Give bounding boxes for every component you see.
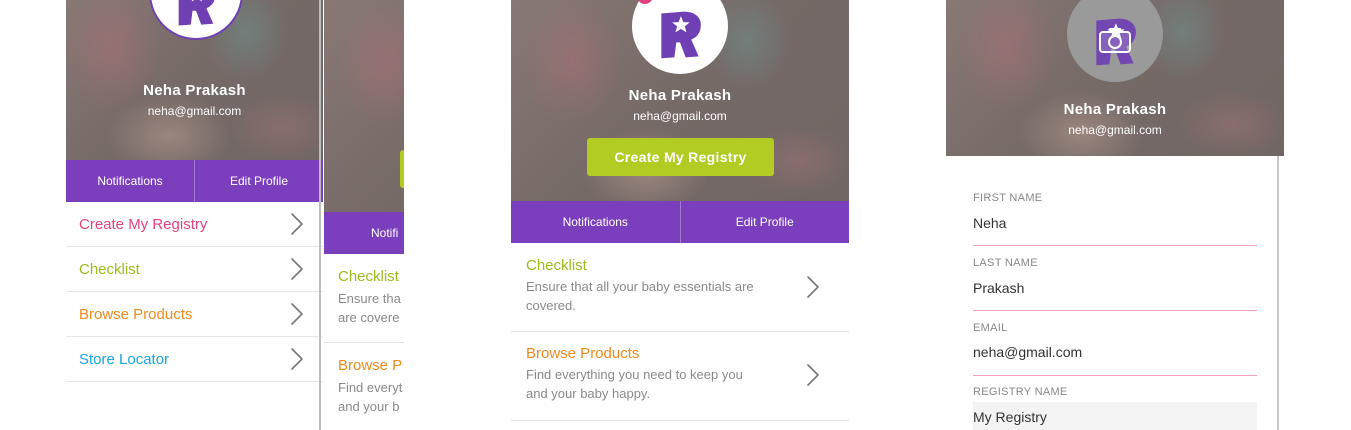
field-underline [973, 245, 1257, 246]
first-name-field[interactable]: Neha [973, 215, 1006, 231]
profile-header: Neha Prakash neha@gmail.com Create My Re… [511, 0, 849, 201]
card-title: Browse Products [526, 345, 640, 362]
chevron-right-icon [283, 255, 311, 283]
card-title: Checklist [338, 268, 399, 285]
card-browse-products[interactable]: Browse P Find everyt and your b [324, 343, 404, 430]
chevron-right-icon [283, 345, 311, 373]
menu-item-label: Browse Products [79, 305, 193, 323]
registry-name-label: REGISTRY NAME [973, 386, 1068, 398]
chevron-right-icon [283, 210, 311, 238]
card-title: Checklist [526, 257, 587, 274]
profile-tab-bar: Notifications Edit Profile [66, 160, 323, 202]
menu-item-browse-products[interactable]: Browse Products [66, 292, 323, 337]
create-registry-button[interactable]: Create My Registry [587, 138, 774, 176]
camera-icon [1099, 28, 1131, 53]
profile-name: Neha Prakash [143, 82, 246, 99]
screen-cards-clipped: Notifi Checklist Ensure tha are covere B… [324, 0, 404, 430]
card-description: Ensure that all your baby essentials are… [526, 279, 754, 313]
field-underline [973, 310, 1257, 311]
profile-name: Neha Prakash [628, 87, 732, 104]
profile-email: neha@gmail.com [147, 104, 242, 118]
first-name-label: FIRST NAME [973, 192, 1043, 204]
chevron-right-icon [283, 300, 311, 328]
card-browse-products[interactable]: Browse Products Find everything you need… [511, 332, 849, 421]
scrollbar[interactable] [1277, 156, 1279, 430]
field-underline [973, 375, 1257, 376]
screen-home: Neha Prakash neha@gmail.com Create My Re… [511, 0, 849, 430]
avatar[interactable] [149, 0, 243, 40]
menu-item-label: Create My Registry [79, 215, 208, 233]
tab-notifications[interactable]: Notifications [66, 160, 194, 202]
edit-profile-header: Neha Prakash neha@gmail.com [946, 0, 1284, 156]
registry-name-field[interactable]: My Registry [973, 409, 1047, 425]
profile-name: Neha Prakash [1063, 101, 1167, 118]
card-title: Browse P [338, 357, 403, 374]
profile-header: Neha Prakash neha@gmail.com [66, 0, 323, 160]
profile-tab-bar: Notifications Edit Profile [511, 201, 849, 243]
chevron-right-icon [799, 361, 827, 389]
profile-tab-bar: Notifi [324, 212, 404, 254]
profile-email: neha@gmail.com [1068, 123, 1162, 137]
menu-item-checklist[interactable]: Checklist [66, 247, 323, 292]
card-checklist[interactable]: Checklist Ensure that all your baby esse… [511, 243, 849, 332]
toysrus-star-logo-icon [170, 0, 222, 29]
avatar-upload[interactable] [1067, 0, 1163, 82]
profile-email: neha@gmail.com [633, 109, 727, 123]
chevron-right-icon [799, 273, 827, 301]
tab-edit-profile[interactable]: Edit Profile [679, 201, 850, 243]
email-label: EMAIL [973, 322, 1008, 334]
menu-item-store-locator[interactable]: Store Locator [66, 337, 323, 382]
create-registry-button[interactable] [400, 150, 404, 188]
card-description-line: Find everyt [338, 380, 403, 395]
screen-menu: Neha Prakash neha@gmail.com Notification… [66, 0, 323, 430]
profile-header [324, 0, 404, 212]
tab-notifications[interactable]: Notifications [511, 201, 680, 243]
tab-edit-profile[interactable]: Edit Profile [194, 160, 323, 202]
card-checklist[interactable]: Checklist Ensure tha are covere [324, 254, 404, 343]
tab-label: Notifi [371, 226, 399, 240]
card-description: Find everything you need to keep you and… [526, 367, 743, 401]
last-name-label: LAST NAME [973, 257, 1038, 269]
card-description-line: are covere [338, 310, 400, 325]
menu-item-create-registry[interactable]: Create My Registry [66, 202, 323, 247]
avatar[interactable] [632, 0, 728, 74]
card-description-line: Ensure tha [338, 291, 401, 306]
menu-item-label: Checklist [79, 260, 140, 278]
email-field[interactable]: neha@gmail.com [973, 344, 1082, 360]
tab-notifications[interactable]: Notifi [324, 212, 404, 254]
screen-divider [319, 0, 321, 430]
card-description-line: and your b [338, 399, 400, 414]
menu-item-label: Store Locator [79, 350, 170, 368]
toysrus-star-logo-icon [652, 6, 708, 62]
last-name-field[interactable]: Prakash [973, 280, 1024, 296]
